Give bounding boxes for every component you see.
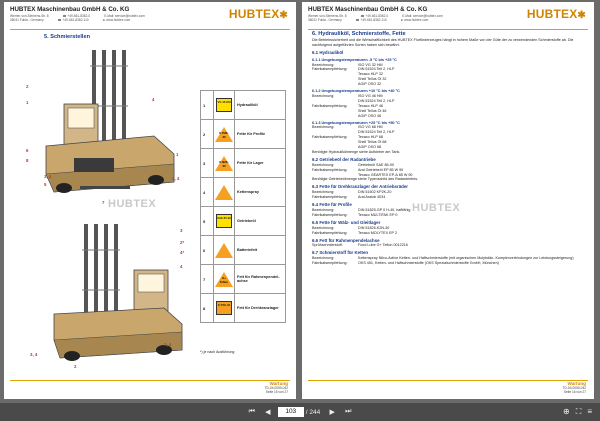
callout: 6 [26,148,29,153]
next-page-icon[interactable]: ▶ [327,408,337,416]
website: ⊕ www.hubtex.com [400,18,429,22]
legend-row: 6 Batteriefett [200,235,286,265]
legend-row: 3 K N2K-30 Fette für Lager [200,148,286,178]
fax: ☎ +49-661-8382-110 [355,18,387,22]
address-line: 36041 Fulda - Germany [308,18,342,22]
chain-spray-icon [215,184,233,200]
forklift-drawing-top [45,50,175,193]
page-number-input[interactable]: 103 [277,407,304,417]
battery-grease-icon [215,242,233,258]
callout: 4* [180,250,185,255]
grease-icon: K N2K-30 [215,155,233,171]
legend-row: 7 G+ Teflon Fett für Rahmenpendel-achse [200,264,286,294]
left-page: HUBTEX Maschinenbau GmbH & Co. KG Werner… [4,2,296,399]
bearing-grease-icon: K P2K-30 [216,301,232,315]
callout: 4 [180,264,183,269]
viewer-toolbar: ⏮ ◀ 103 / 244 ▶ ⏭ ⊕ ⛶ ≡ [0,403,600,421]
header-rule [10,29,290,30]
spec-row: AGIP OSO 32 [358,82,382,87]
page-total: / 244 [305,408,321,416]
page-footer: Wartung TD-04-0050-042 Seite 16 von 27 [563,381,586,394]
footer-rule [308,380,588,381]
fit-page-icon[interactable]: ⛶ [576,407,582,417]
legend-row: 8 K P2K-30 Fett für Drehkranzlager [200,293,286,323]
callout: 1 [176,152,179,157]
callout: 7 [102,200,105,205]
header-rule [308,29,588,30]
callout: 2 [26,84,29,89]
page-header: HUBTEX Maschinenbau GmbH & Co. KG Werner… [308,6,588,28]
subsection-heading: 6.1 Hydrauliköl [312,49,344,55]
menu-icon[interactable]: ≡ [587,407,592,417]
legend-row: 2 K P2K-30 Fette für Profile [200,119,286,149]
spec-row: Fabrikatsempfehlung: OKS 451, Ketten- und… [312,261,499,266]
last-page-icon[interactable]: ⏭ [343,408,353,416]
lubrication-legend: 1 VG 46 HM Hydrauliköl 2 K P2K-30 Fette … [200,90,286,323]
page-header: HUBTEX Maschinenbau GmbH & Co. KG Werner… [10,6,290,28]
callout: 8 [26,158,29,163]
oil-icon: VG 46 HM [216,98,232,112]
callout: 3 [180,228,183,233]
watermark: HUBTEX [108,198,157,210]
zoom-icon[interactable]: ⊕ [563,407,570,417]
intro-text: Die Betriebssicherheit und die Wirtschaf… [312,37,574,47]
previous-page-icon[interactable]: ◀ [263,408,273,416]
first-page-icon[interactable]: ⏮ [247,408,257,416]
footer-rule [10,380,290,381]
legend-row: 4 Kettenspray [200,177,286,207]
toolbar-right: ⊕ ⛶ ≡ [557,407,592,417]
spec-row: AGIP OSO 46 [358,113,382,118]
callout: 3, 4 [164,342,172,347]
callout: 1 [26,100,29,105]
note-text: Benötigte Hydraulikölmenge siehe Aufkleb… [312,149,401,154]
callout: 5 [44,182,47,187]
grease-icon: K P2K-30 [215,126,233,142]
page-footer: Wartung TD-04-0050-042 Seite 15 von 27 [265,381,288,394]
spec-row: Sprühschmierstoff: Food Lube G+ Teflon 00… [312,243,408,248]
footer-page-number: Seite 16 von 27 [563,390,586,394]
section-title: 5. Schmierstellen [44,34,91,40]
lubricants-content: 6. Hydrauliköl, Schmierstoffe, Fette Die… [312,31,586,266]
callout: 2* [180,240,185,245]
callout: 3, 4 [172,176,180,181]
spec-row: Fabrikatsempfehlung: Texaco MOLYTEX EP 2 [312,230,398,235]
address-line: 36041 Fulda - Germany [10,18,44,22]
legend-row: 5 SAE 85-90 Getriebeöl [200,206,286,236]
spec-row: Fabrikatsempfehlung: Aral Aralub 4034 [312,195,386,200]
gear-oil-icon: SAE 85-90 [216,214,232,228]
hubtex-logo: HUBTEX✱ [526,7,586,21]
note-text: Benötigte Getriebeölmenge siehe Typensch… [312,177,419,182]
watermark: HUBTEX [412,202,461,214]
callout: 3, 4 [44,174,52,179]
callout: 4 [152,97,155,102]
footer-page-number: Seite 15 von 27 [265,390,288,394]
hubtex-logo: HUBTEX✱ [228,7,288,21]
legend-row: 1 VG 46 HM Hydrauliköl [200,90,286,120]
fax: ☎ +49-661-8382-110 [57,18,89,22]
legend-note: *) je nach Ausführung [200,350,235,354]
section-title: 6. Hydrauliköl, Schmierstoffe, Fette [312,31,406,37]
right-page: HUBTEX Maschinenbau GmbH & Co. KG Werner… [302,2,594,399]
callout: 3, 4 [30,352,38,357]
website: ⊕ www.hubtex.com [102,18,131,22]
teflon-grease-icon: G+ Teflon [215,271,233,287]
callout: 2 [74,364,77,369]
